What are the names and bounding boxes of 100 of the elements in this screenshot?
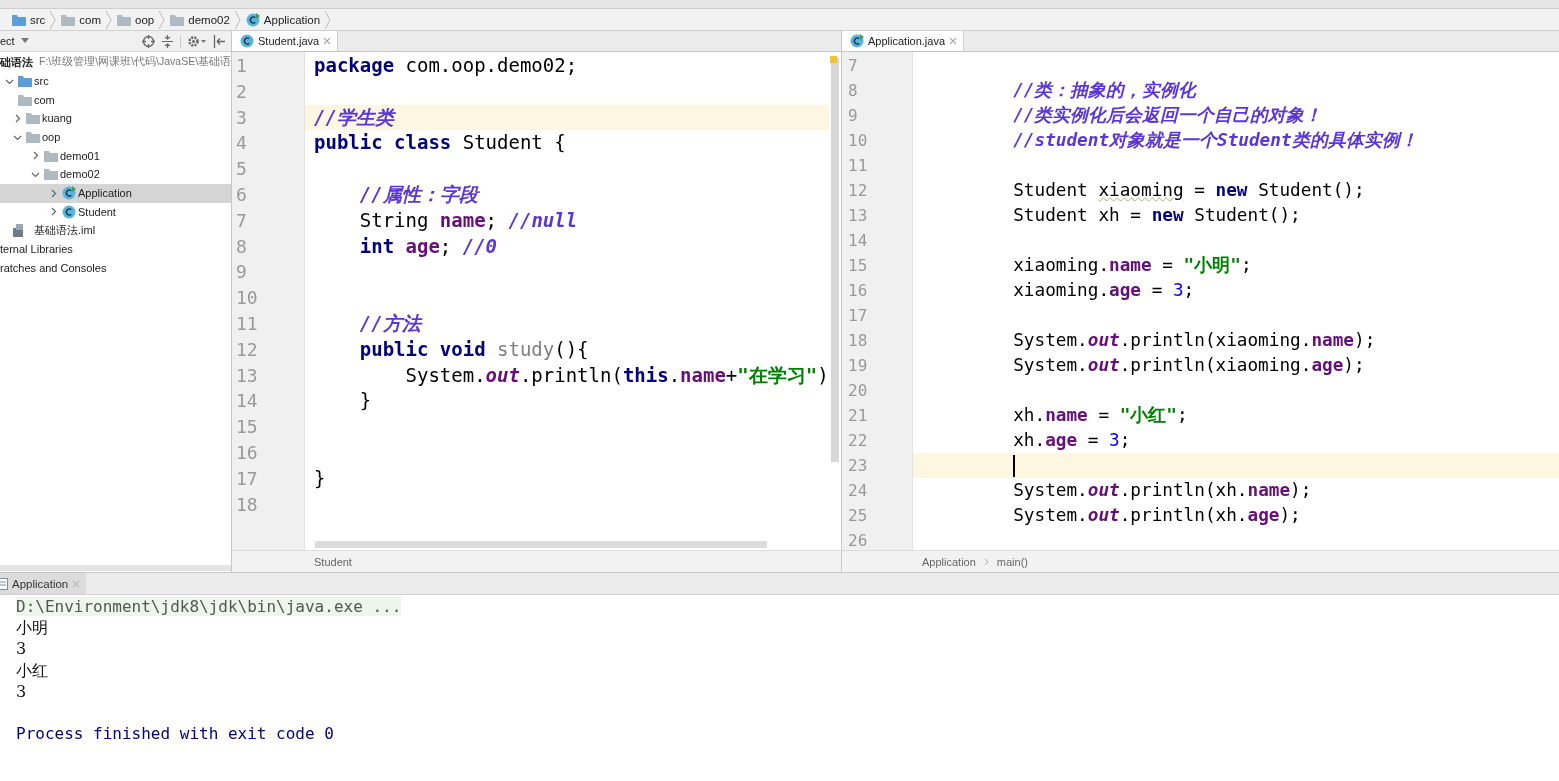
panel-title[interactable]: ect [0,35,15,47]
code-line: xh.age = 3; [1012,429,1132,452]
folder-icon [26,131,40,144]
code-line: //类实例化后会返回一个自己的对象！ [1012,104,1324,127]
warning-marker[interactable] [830,56,837,63]
editor-tab[interactable]: Application.java [842,31,965,51]
console-icon [0,577,8,590]
line-number: 6 [235,183,248,207]
breadcrumb-item[interactable]: Student [314,555,352,568]
collapse-icon[interactable] [161,34,174,48]
chevron-right-icon [50,10,57,29]
code-line: public void study(){ [358,336,590,362]
console-message: Process finished with exit code 0 [16,724,334,744]
code-line: System.out.println(xh.age); [1012,504,1302,527]
settings-icon[interactable] [187,34,207,48]
scrollbar[interactable] [0,565,231,571]
folder-icon [170,13,185,26]
locate-icon[interactable] [142,34,155,48]
line-number: 20 [847,380,869,402]
chevron-right-icon [983,557,989,566]
line-number: 12 [235,337,259,362]
console-output: 小红 [16,660,48,680]
code-line: //属性：字段 [358,182,481,207]
folder-icon [44,149,58,162]
editor-tab[interactable]: Student.java [232,31,339,51]
breadcrumb-item[interactable]: Application [922,555,976,568]
code-line: int age; //0 [358,233,499,259]
code-line: //方法 [358,310,424,336]
line-number: 9 [847,105,859,127]
class-icon [62,204,76,219]
line-number: 11 [235,311,259,336]
dropdown-icon[interactable] [20,38,29,44]
tree-item[interactable]: ratches and Consoles [0,258,231,278]
code-line: Student xh = new Student(); [1012,204,1302,227]
line-number: 18 [847,330,869,352]
line-number: 17 [235,466,259,491]
tree-item[interactable]: demo01 [0,146,231,166]
line-number: 7 [235,208,248,233]
tree-item[interactable]: Application [0,183,231,203]
tree-item[interactable]: demo02 [0,165,231,184]
hide-icon[interactable] [213,34,225,48]
tree-item[interactable]: 基础语法.iml [0,221,231,240]
class-icon [850,34,864,48]
code-line: public class Student { [313,130,567,156]
class-icon [245,12,260,27]
code-line: //类：抽象的，实例化 [1012,79,1198,102]
line-number: 23 [847,455,869,477]
folder-icon [18,93,32,106]
chevron-right-icon [159,10,166,29]
line-number: 24 [847,480,869,502]
tree-item[interactable]: ternal Libraries [0,239,231,259]
tree-item[interactable]: 础语法 F:\班级管理\网课班\代码\JavaSE\基础语 [0,53,231,72]
line-number: 2 [235,79,248,104]
code-line: } [313,465,327,491]
class-icon [240,34,254,48]
line-number: 10 [847,130,869,152]
code-line: xiaoming.age = 3; [1012,279,1196,302]
line-number: 19 [847,355,869,377]
line-number: 13 [847,205,869,227]
code-line: xh.name = "小红"; [1012,404,1189,427]
line-number: 15 [847,255,869,277]
console-command: D:\Environment\jdk8\jdk\bin\java.exe ... [16,597,402,616]
code-line: } [358,388,373,414]
project-path: F:\班级管理\网课班\代码\JavaSE\基础语 [39,55,231,70]
breadcrumb-item[interactable]: demo02 [170,13,230,26]
code-line: System.out.println(this.name+"在学习") [404,362,829,388]
folder-icon [26,112,40,125]
line-number: 17 [847,305,869,327]
tree-item[interactable]: kuang [0,109,231,128]
scrollbar[interactable] [831,58,839,462]
line-number: 25 [847,505,869,527]
code-line: //student对象就是一个Student类的具体实例！ [1012,129,1419,152]
line-number: 12 [847,180,869,202]
line-number: 9 [235,260,248,285]
scrollbar[interactable] [315,541,767,548]
code-line: String name; //null [358,207,579,233]
tree-item[interactable]: src [0,71,231,91]
tree-item[interactable]: oop [0,127,231,147]
line-number: 16 [235,440,259,465]
breadcrumb-item[interactable]: com [61,13,102,26]
line-number: 5 [235,157,248,182]
line-number: 13 [235,363,259,388]
run-tab[interactable]: Application [0,573,87,594]
line-number: 10 [235,286,259,311]
tree-item[interactable]: Student [0,202,231,222]
breadcrumb-item[interactable]: main() [996,555,1028,568]
code-line: System.out.println(xiaoming.name); [1012,329,1377,352]
file-icon [12,224,24,238]
tree-item[interactable]: com [0,90,231,110]
breadcrumb-item[interactable]: src [12,13,46,26]
code-line: xiaoming.name = "小明"; [1012,254,1253,277]
line-number: 3 [235,105,248,130]
line-number: 8 [847,80,859,102]
folder-icon [117,13,132,26]
breadcrumb-item[interactable]: Application [245,12,321,27]
console-output: 3 [16,639,27,659]
breadcrumb-item[interactable]: oop [117,13,155,26]
chevron-right-icon [234,10,241,29]
line-number: 16 [847,280,869,302]
line-number: 11 [847,155,869,177]
